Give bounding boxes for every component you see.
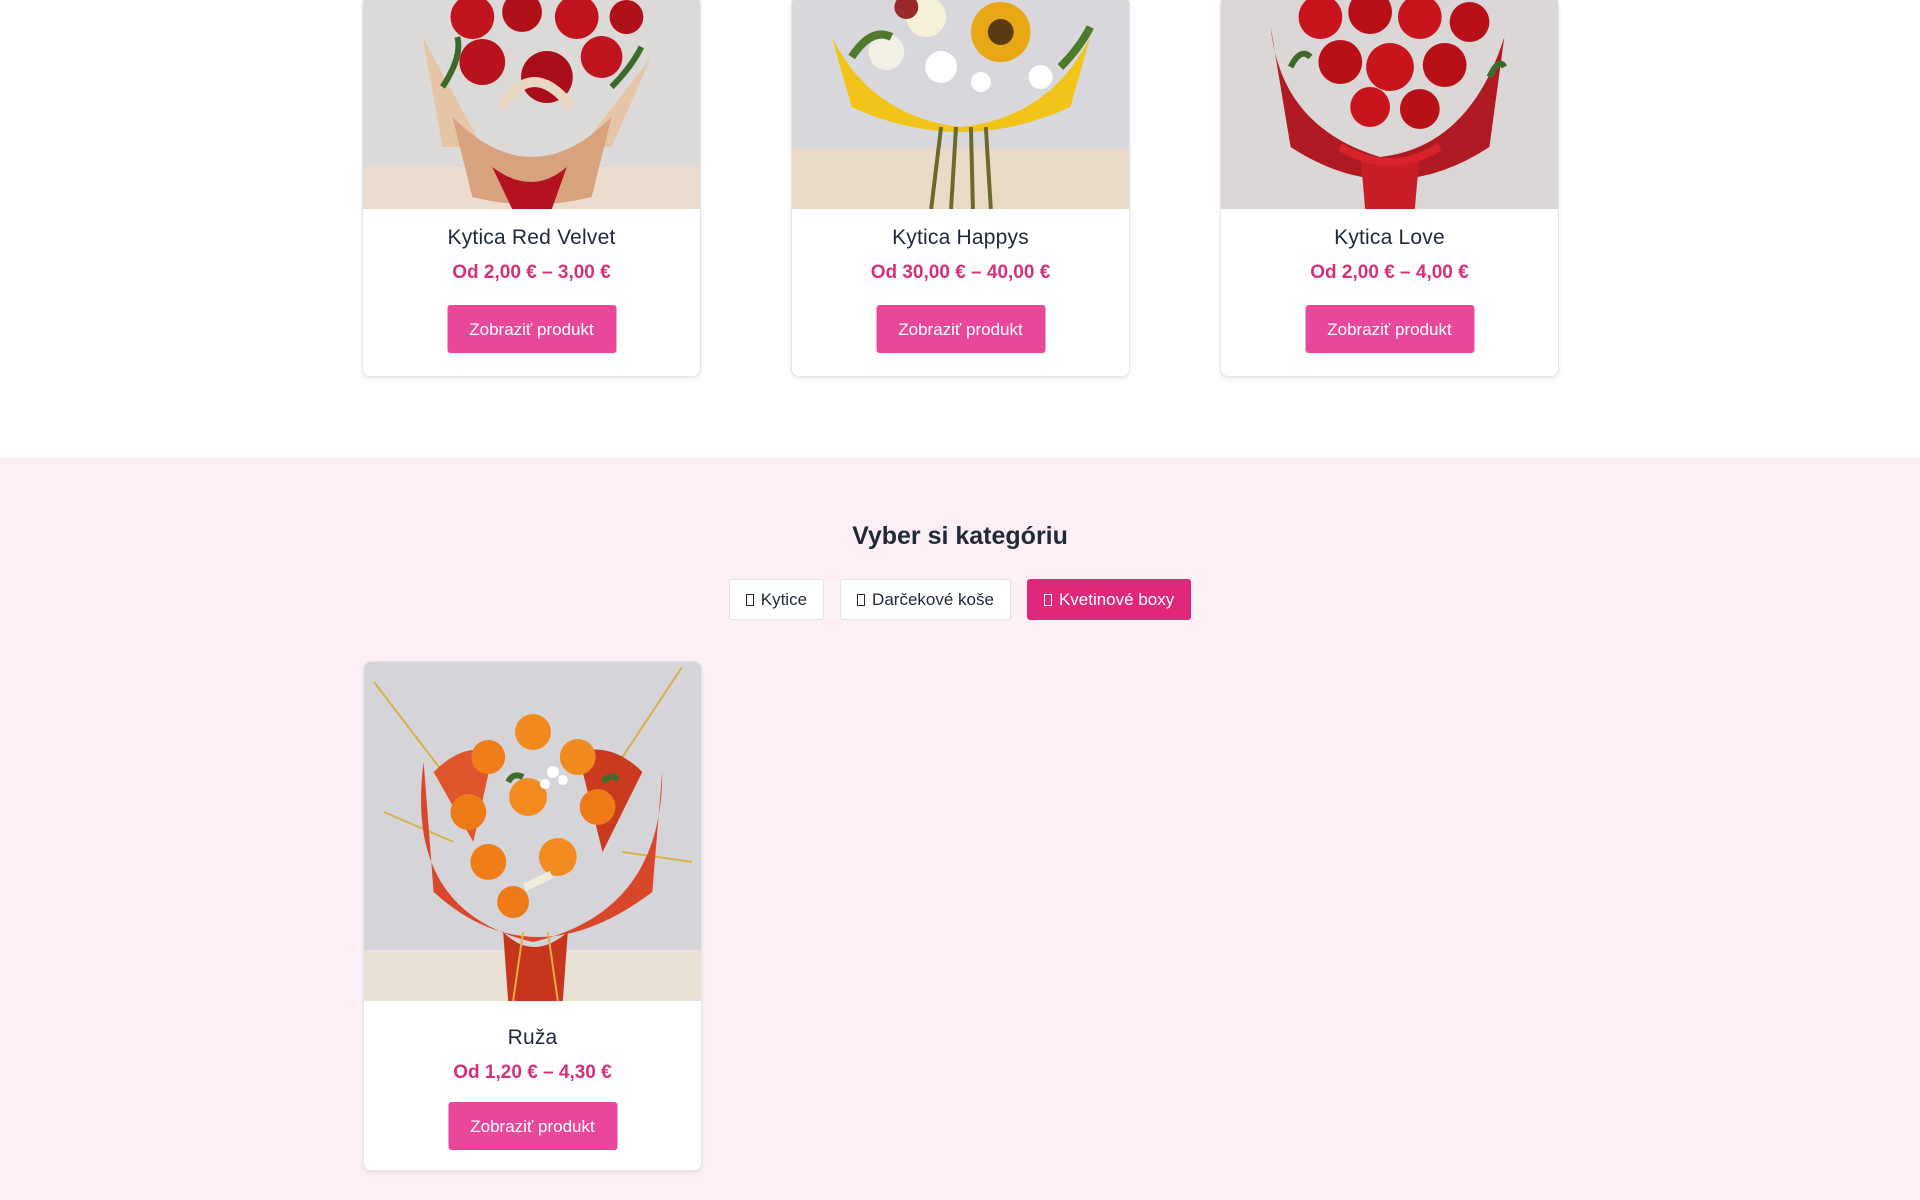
flower-box-icon	[1043, 593, 1052, 606]
page: Kytica Red Velvet Od 2,00 € – 3,00 € Zob…	[0, 0, 1920, 1200]
categories-section: Vyber si kategóriu Kytice Darčekové koše…	[0, 459, 1920, 1200]
tab-kvetinove-boxy[interactable]: Kvetinové boxy	[1026, 579, 1192, 620]
tab-kytice[interactable]: Kytice	[728, 579, 825, 620]
product-card-happys[interactable]: Kytica Happys Od 30,00 € – 40,00 € Zobra…	[791, 0, 1130, 377]
view-product-button[interactable]: Zobraziť produkt	[448, 1102, 617, 1150]
product-price: Od 2,00 € – 4,00 €	[1310, 262, 1469, 283]
product-price: Od 30,00 € – 40,00 €	[870, 262, 1051, 283]
view-product-button[interactable]: Zobraziť produkt	[1305, 305, 1474, 353]
product-image-red-velvet[interactable]	[363, 0, 700, 209]
product-name[interactable]: Kytica Red Velvet	[363, 226, 700, 250]
tab-label: Kvetinové boxy	[1058, 589, 1175, 609]
product-card-love[interactable]: Kytica Love Od 2,00 € – 4,00 € Zobraziť …	[1220, 0, 1559, 377]
product-price: Od 1,20 € – 4,30 €	[453, 1062, 612, 1083]
categories-title: Vyber si kategóriu	[852, 522, 1068, 550]
featured-products-section: Kytica Red Velvet Od 2,00 € – 3,00 € Zob…	[0, 0, 1920, 459]
gift-basket-icon	[857, 593, 866, 606]
product-card-red-velvet[interactable]: Kytica Red Velvet Od 2,00 € – 3,00 € Zob…	[362, 0, 701, 377]
category-tabs: Kytice Darčekové koše Kvetinové boxy	[0, 579, 1920, 620]
flower-icon	[745, 593, 754, 606]
view-product-button[interactable]: Zobraziť produkt	[447, 305, 616, 353]
product-price: Od 2,00 € – 3,00 €	[452, 262, 611, 283]
product-image-love[interactable]	[1221, 0, 1558, 209]
product-name[interactable]: Kytica Love	[1221, 226, 1558, 250]
view-product-button[interactable]: Zobraziť produkt	[876, 305, 1045, 353]
tab-label: Darčekové koše	[872, 589, 994, 609]
tab-darcekove-kose[interactable]: Darčekové koše	[840, 579, 1011, 620]
tab-label: Kytice	[760, 589, 808, 609]
product-name[interactable]: Kytica Happys	[792, 226, 1129, 250]
product-image-ruza[interactable]	[364, 662, 701, 1001]
product-name[interactable]: Ruža	[364, 1026, 701, 1050]
product-image-happys[interactable]	[792, 0, 1129, 209]
product-card-ruza[interactable]: Ruža Od 1,20 € – 4,30 € Zobraziť produkt	[363, 661, 702, 1171]
